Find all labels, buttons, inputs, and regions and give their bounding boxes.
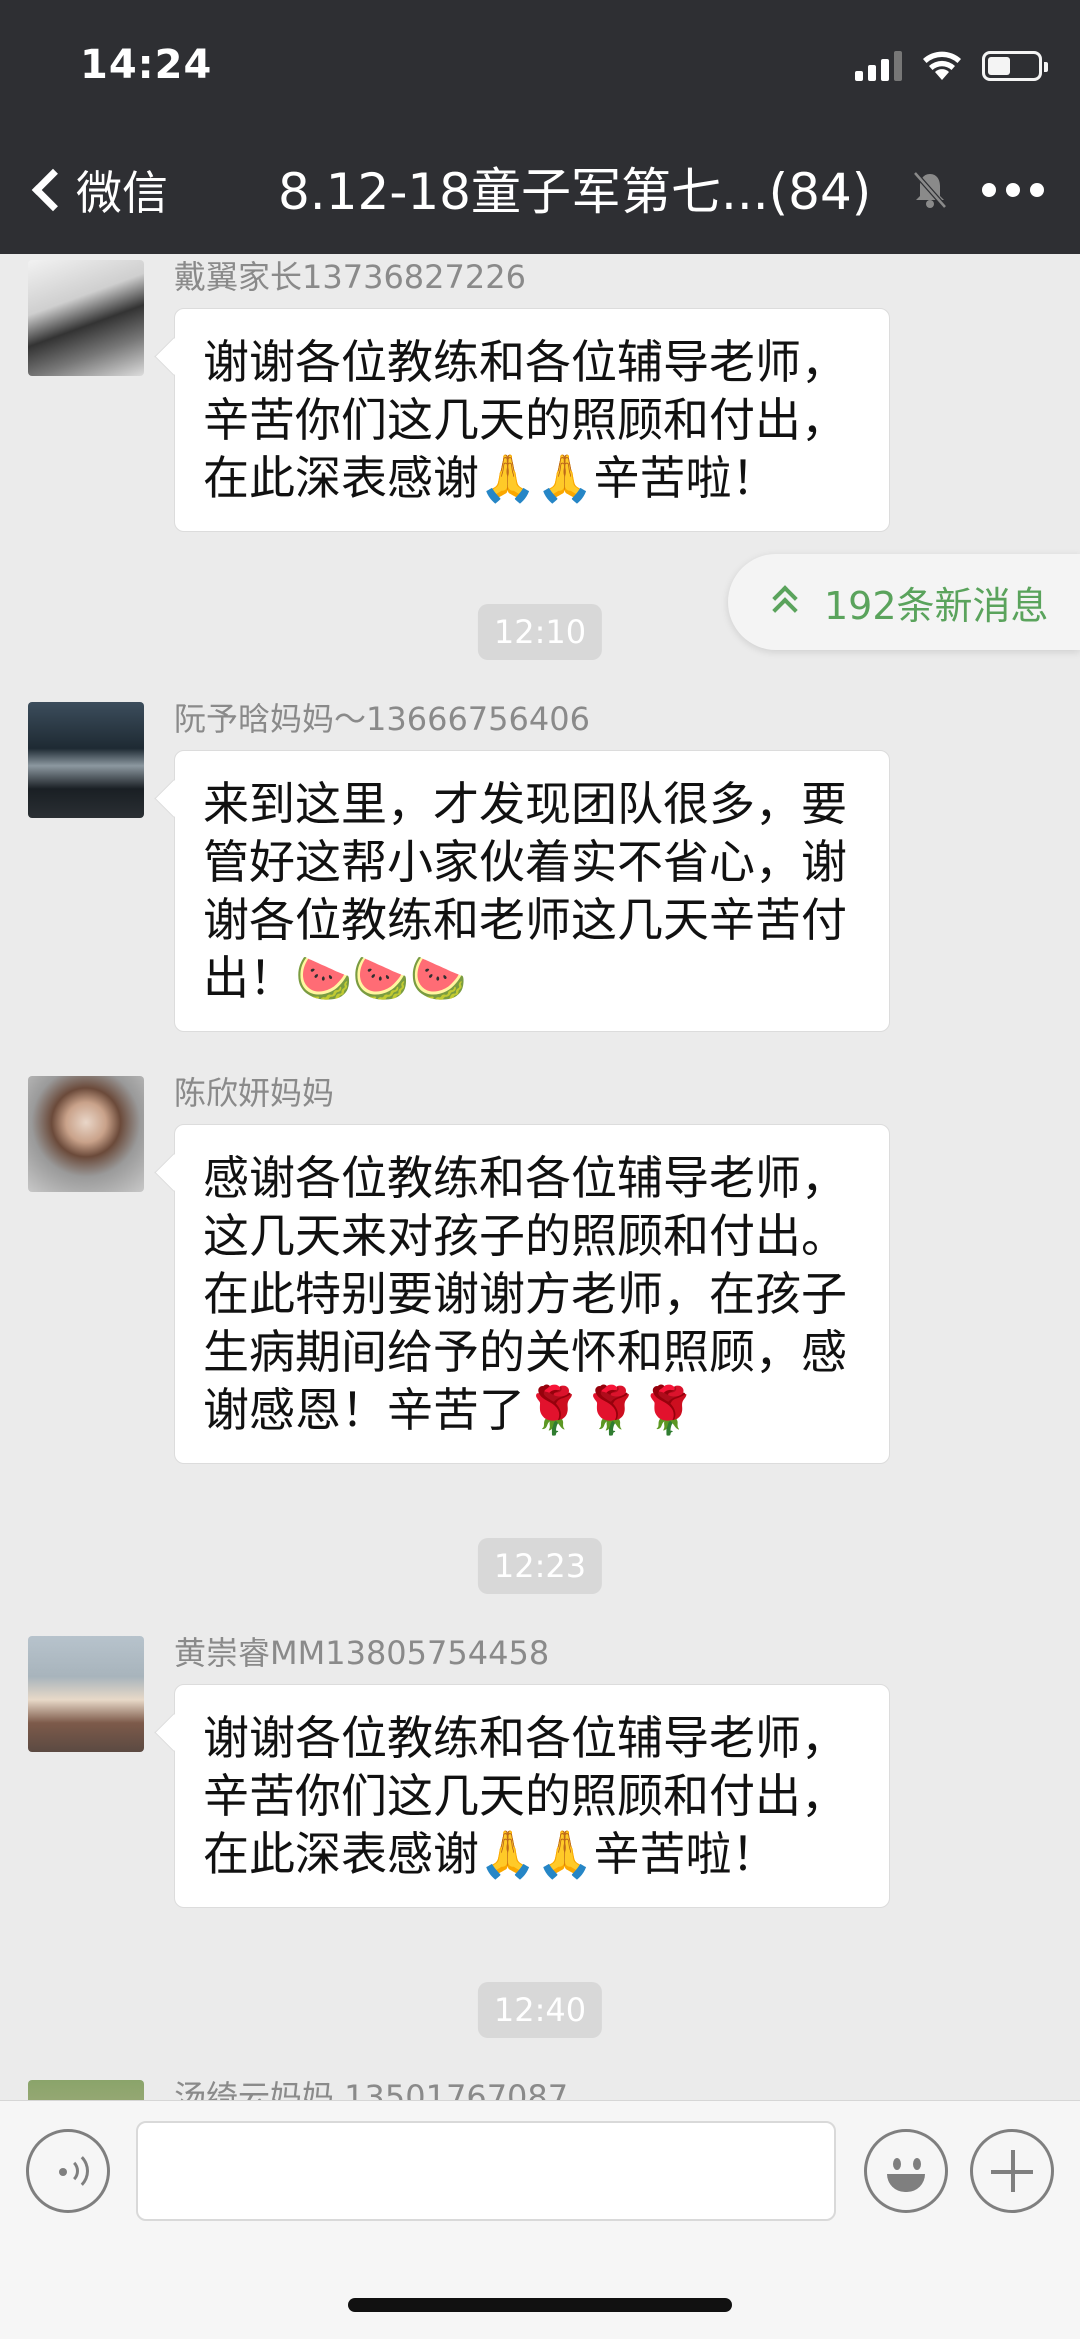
avatar[interactable] [28, 2080, 144, 2100]
sender-name: 戴翼家长13736827226 [174, 258, 526, 296]
message-bubble[interactable]: 来到这里，才发现团队很多，要 管好这帮小家伙着实不省心，谢 谢各位教练和老师这几… [174, 750, 890, 1032]
sender-name: 陈欣妍妈妈 [174, 1074, 335, 1112]
avatar[interactable] [28, 702, 144, 818]
timestamp-badge: 12:40 [477, 1982, 603, 2038]
chat-message-list[interactable]: 192条新消息 戴翼家长13736827226 谢谢各位教练和各位辅导老师， 辛… [0, 254, 1080, 2100]
double-chevron-up-icon [770, 585, 802, 623]
message-bubble[interactable]: 谢谢各位教练和各位辅导老师， 辛苦你们这几天的照顾和付出， 在此深表感谢🙏🙏辛苦… [174, 1684, 890, 1908]
status-time: 14:24 [80, 42, 213, 88]
more-dots-icon[interactable] [982, 170, 1044, 210]
back-button[interactable]: 微信 [24, 150, 168, 230]
top-bar: 14:24 微信 8.12-18童子军第七...(84) [0, 0, 1080, 254]
cellular-signal-icon [855, 51, 902, 81]
message-input[interactable] [136, 2121, 836, 2221]
timestamp-badge: 12:23 [477, 1538, 603, 1594]
avatar[interactable] [28, 1076, 144, 1192]
back-label: 微信 [76, 166, 168, 220]
status-icons [855, 48, 1048, 84]
sender-name: 黄崇睿MM13805754458 [174, 1634, 550, 1672]
chat-title: 8.12-18童子军第七...(84) [278, 163, 872, 221]
avatar[interactable] [28, 260, 144, 376]
message-bubble[interactable]: 谢谢各位教练和各位辅导老师， 辛苦你们这几天的照顾和付出， 在此深表感谢🙏🙏辛苦… [174, 308, 890, 532]
chevron-left-icon [31, 168, 75, 212]
voice-icon[interactable] [26, 2129, 110, 2213]
emoji-icon[interactable] [864, 2129, 948, 2213]
sender-name: 阮予晗妈妈～13666756406 [174, 700, 590, 738]
plus-icon[interactable] [970, 2129, 1054, 2213]
sender-name: 汤绮云妈妈 13501767087 [174, 2078, 569, 2100]
timestamp-badge: 12:10 [477, 604, 603, 660]
message-bubble[interactable]: 感谢各位教练和各位辅导老师， 这几天来对孩子的照顾和付出。 在此特别要谢谢方老师… [174, 1124, 890, 1464]
battery-icon [982, 51, 1048, 81]
bell-slash-icon [913, 171, 947, 209]
home-indicator[interactable] [348, 2298, 732, 2312]
new-messages-label: 192条新消息 [824, 583, 1049, 628]
new-messages-button[interactable]: 192条新消息 [728, 554, 1080, 650]
wifi-icon [923, 51, 961, 80]
avatar[interactable] [28, 1636, 144, 1752]
